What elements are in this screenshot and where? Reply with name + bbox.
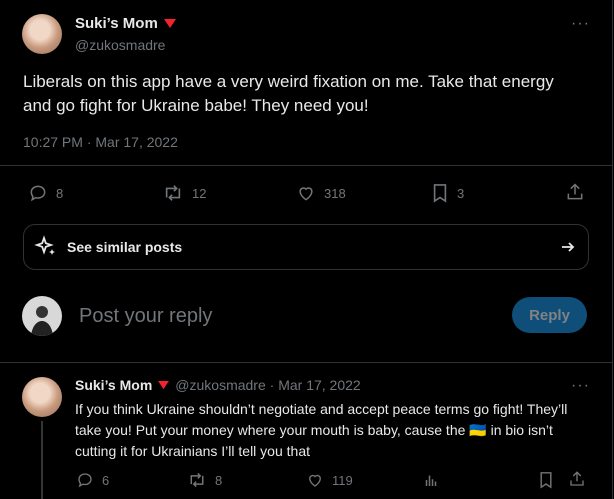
bookmark-count: 3 (457, 185, 465, 201)
author-name[interactable]: Suki’s Mom (75, 15, 158, 32)
share-button[interactable] (565, 182, 585, 202)
analytics-icon (422, 471, 440, 489)
reply-input[interactable] (77, 300, 501, 332)
reply-repost-count: 8 (215, 472, 223, 488)
reply-button-submit[interactable]: Reply (512, 297, 587, 333)
more-options-icon[interactable]: ··· (571, 15, 590, 33)
reply-text: If you think Ukraine shouldn’t negotiate… (75, 401, 568, 459)
reply-bookmark-button[interactable] (538, 471, 554, 489)
repost-icon (162, 183, 184, 203)
share-icon (565, 182, 585, 202)
repost-button[interactable]: 12 (162, 183, 206, 203)
heart-icon (296, 183, 316, 203)
divider (0, 362, 612, 363)
reply-author-row: Suki’s Mom @zukosmadre · Mar 17, 2022 (75, 377, 361, 393)
heart-icon (306, 471, 324, 489)
author-name-row: Suki’s Mom (75, 15, 176, 32)
repost-icon (187, 471, 207, 489)
divider (0, 165, 612, 166)
post-text: Liberals on this app have a very weird f… (23, 72, 554, 115)
like-button[interactable]: 318 (296, 183, 346, 203)
reply-author-name[interactable]: Suki’s Mom (75, 377, 152, 393)
reply-icon (76, 471, 94, 489)
similar-posts-label: See similar posts (67, 239, 183, 255)
reply-like-count: 119 (332, 472, 353, 488)
author-handle[interactable]: @zukosmadre (75, 37, 165, 53)
share-icon (568, 470, 586, 488)
arrow-right-icon (560, 239, 576, 255)
thread-line (41, 421, 43, 499)
repost-count: 12 (192, 185, 207, 201)
bookmark-icon (538, 471, 554, 489)
reply-button[interactable]: 8 (28, 183, 63, 203)
see-similar-posts-button[interactable]: See similar posts (23, 224, 589, 270)
current-user-avatar[interactable] (22, 296, 62, 336)
triangle-badge-icon (163, 18, 176, 29)
views-button[interactable] (422, 471, 440, 489)
reply-repost-button[interactable]: 8 (187, 471, 222, 489)
reply-reply-button[interactable]: 6 (76, 471, 109, 489)
like-count: 318 (324, 185, 346, 201)
reply-more-options-icon[interactable]: ··· (571, 377, 590, 395)
reply-handle-date[interactable]: @zukosmadre · Mar 17, 2022 (175, 377, 360, 393)
post-thread: Suki’s Mom @zukosmadre ··· Liberals on t… (0, 0, 613, 499)
reply-reply-count: 6 (102, 472, 110, 488)
sparkle-icon (34, 235, 58, 259)
reply-icon (28, 183, 48, 203)
reply-author-avatar[interactable] (22, 377, 62, 417)
author-avatar[interactable] (22, 14, 62, 54)
reply-button-label: Reply (529, 306, 570, 324)
reply-share-button[interactable] (568, 470, 586, 488)
triangle-badge-icon (158, 380, 170, 390)
post-timestamp[interactable]: 10:27 PM · Mar 17, 2022 (23, 134, 178, 150)
bookmark-icon (431, 183, 449, 203)
reply-count: 8 (56, 185, 64, 201)
bookmark-button[interactable]: 3 (431, 183, 464, 203)
reply-like-button[interactable]: 119 (306, 471, 353, 489)
